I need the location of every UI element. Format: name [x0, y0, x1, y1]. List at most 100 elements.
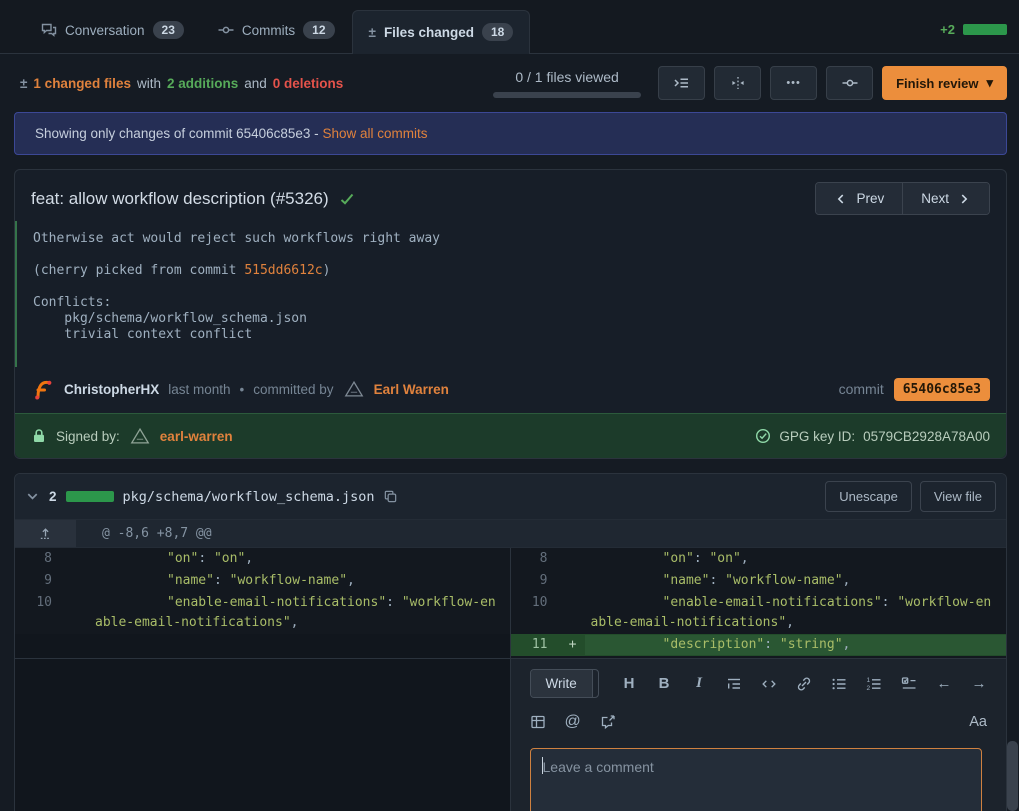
italic-icon[interactable]: I: [691, 675, 707, 692]
table-icon[interactable]: [530, 714, 546, 730]
split-view-toggle-button[interactable]: [714, 66, 761, 100]
collapse-chevron-icon[interactable]: [25, 489, 40, 504]
file-name[interactable]: pkg/schema/workflow_schema.json: [123, 489, 375, 505]
gpg-key-label: GPG key ID:: [779, 429, 855, 444]
banner-text: Showing only changes of commit 65406c85e…: [35, 126, 319, 141]
ellipsis-icon: •••: [786, 77, 801, 89]
show-all-commits-link[interactable]: Show all commits: [322, 126, 427, 141]
tab-commits-count: 12: [303, 21, 334, 39]
cherry-pick-hash-link[interactable]: 515dd6612c: [244, 263, 322, 278]
conversation-icon: [41, 22, 57, 38]
diff-split-view: 8 "on": "on", 9 "name": "workflow-name",…: [15, 548, 1006, 658]
indent-icon[interactable]: →: [971, 675, 987, 692]
split-view-icon: [730, 75, 746, 91]
verified-icon: [755, 428, 771, 444]
additions-text: 2 additions: [167, 76, 238, 91]
text-cursor: [542, 757, 543, 774]
diff-icon: ±: [369, 25, 376, 40]
chevron-left-icon: [834, 192, 848, 206]
comment-editor: Write Preview H B I: [511, 659, 1007, 811]
finish-review-button[interactable]: Finish review ▾: [882, 66, 1007, 100]
commit-title: feat: allow workflow description (#5326): [31, 189, 355, 209]
tab-files-changed[interactable]: ± Files changed 18: [352, 10, 531, 54]
summary-text-with: with: [137, 76, 161, 91]
scrollbar-thumb[interactable]: [1007, 741, 1018, 811]
files-viewed-bar: [493, 92, 641, 98]
commit-hash-badge[interactable]: 65406c85e3: [894, 378, 990, 401]
dropdown-caret-icon: ▾: [986, 75, 993, 91]
committer-avatar[interactable]: [343, 378, 365, 400]
code-line: "name": "workflow-name",: [89, 571, 510, 591]
tab-files-changed-count: 18: [482, 23, 513, 41]
commit-body-line: trivial context conflict: [33, 327, 990, 343]
tab-commits[interactable]: Commits 12: [201, 8, 352, 53]
diff-summary: ± 1 changed files with 2 additions and 0…: [20, 76, 343, 91]
commit-label: commit: [839, 381, 884, 397]
text-size-toggle-icon[interactable]: Aa: [969, 714, 987, 730]
heading-icon[interactable]: H: [621, 675, 637, 692]
file-tree-toggle-button[interactable]: [658, 66, 705, 100]
summary-text-and: and: [244, 76, 267, 91]
signed-by-label: Signed by:: [56, 429, 120, 444]
author-avatar[interactable]: [31, 377, 55, 401]
task-list-icon[interactable]: [901, 676, 917, 692]
commit-filter-banner: Showing only changes of commit 65406c85e…: [14, 112, 1007, 155]
code-line: "enable-email-notifications": "workflow-…: [585, 593, 1007, 633]
preview-tab[interactable]: Preview: [592, 670, 599, 697]
commit-author-name[interactable]: ChristopherHX: [64, 382, 159, 397]
expand-up-icon: [38, 526, 53, 541]
next-commit-button[interactable]: Next: [902, 183, 989, 214]
added-sign: +: [561, 635, 585, 655]
signer-avatar[interactable]: [129, 425, 151, 447]
file-diff-stat-bar: [66, 491, 114, 502]
link-icon[interactable]: [796, 676, 812, 692]
changed-files-link[interactable]: 1 changed files: [33, 76, 131, 91]
code-icon[interactable]: [761, 676, 777, 692]
diff-old-column: 8 "on": "on", 9 "name": "workflow-name",…: [15, 548, 511, 658]
dot-separator: •: [240, 382, 245, 397]
diff-row[interactable]: 10 "enable-email-notifications": "workfl…: [15, 592, 510, 634]
copy-path-icon[interactable]: [383, 489, 398, 504]
quote-icon[interactable]: [726, 676, 742, 692]
diff-added-row[interactable]: 11+ "description": "string",: [511, 634, 1007, 656]
bold-icon[interactable]: B: [656, 675, 672, 692]
view-file-button[interactable]: View file: [920, 481, 996, 512]
diff-row[interactable]: 8 "on": "on",: [15, 548, 510, 570]
outdent-icon[interactable]: ←: [936, 675, 952, 692]
diff-row[interactable]: 10 "enable-email-notifications": "workfl…: [511, 592, 1007, 634]
commit-select-button[interactable]: [826, 66, 873, 100]
mention-icon[interactable]: @: [565, 713, 581, 731]
commit-summary-box: feat: allow workflow description (#5326)…: [14, 169, 1007, 459]
commit-message-body: Otherwise act would reject such workflow…: [15, 221, 1006, 367]
numbered-list-icon[interactable]: 1 2: [866, 676, 882, 692]
signed-check-icon: [339, 191, 355, 207]
committer-name[interactable]: Earl Warren: [374, 382, 449, 397]
diff-row[interactable]: 9 "name": "workflow-name",: [15, 570, 510, 592]
write-tab[interactable]: Write: [531, 670, 592, 697]
comment-input[interactable]: [530, 748, 982, 811]
diff-empty-placeholder: [15, 634, 510, 658]
reference-icon[interactable]: [600, 714, 616, 730]
prev-commit-button[interactable]: Prev: [816, 183, 902, 214]
pr-tab-bar: Conversation 23 Commits 12 ± Files chang…: [0, 0, 1019, 54]
line-number: 8: [511, 549, 561, 569]
gpg-key-id: 0579CB2928A78A00: [863, 429, 990, 444]
diff-options-button[interactable]: •••: [770, 66, 817, 100]
expand-up-button[interactable]: [15, 520, 76, 547]
diff-row[interactable]: 9 "name": "workflow-name",: [511, 570, 1007, 592]
commit-title-text: feat: allow workflow description (#5326): [31, 189, 329, 209]
bullet-list-icon[interactable]: [831, 676, 847, 692]
deletions-text: 0 deletions: [273, 76, 344, 91]
line-number: 11: [511, 635, 561, 655]
file-diff-header: 2 pkg/schema/workflow_schema.json Unesca…: [15, 474, 1006, 519]
diff-row[interactable]: 8 "on": "on",: [511, 548, 1007, 570]
line-number: 10: [511, 593, 561, 633]
tab-conversation[interactable]: Conversation 23: [24, 8, 201, 53]
svg-text:2: 2: [867, 685, 871, 692]
unescape-button[interactable]: Unescape: [825, 481, 912, 512]
code-line: "description": "string",: [585, 635, 1007, 655]
chevron-right-icon: [957, 192, 971, 206]
diff-left-spacer: [15, 659, 511, 811]
diff-new-column: 8 "on": "on", 9 "name": "workflow-name",…: [511, 548, 1007, 658]
signer-name[interactable]: earl-warren: [160, 429, 233, 444]
